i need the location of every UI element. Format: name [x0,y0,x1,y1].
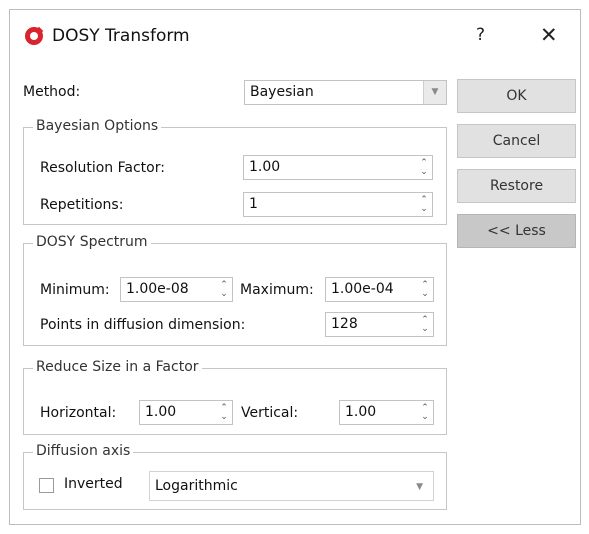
method-select[interactable]: Bayesian ▼ [244,80,447,105]
chevron-down-icon[interactable]: ▼ [423,81,446,104]
vertical-field[interactable]: 1.00 ⌃ ⌄ [339,400,434,425]
reduce-size-legend: Reduce Size in a Factor [33,359,202,375]
dosy-spectrum-legend: DOSY Spectrum [33,234,151,250]
dosy-spectrum-group: DOSY Spectrum Minimum: 1.00e-08 ⌃ ⌄ Maxim… [23,234,447,346]
inverted-label[interactable]: Inverted [64,476,123,492]
cancel-button[interactable]: Cancel [457,124,576,158]
reduce-size-group: Reduce Size in a Factor Horizontal: 1.00… [23,359,447,435]
maximum-label: Maximum: [240,282,314,298]
resolution-factor-label: Resolution Factor: [40,160,165,176]
restore-button[interactable]: Restore [457,169,576,203]
vertical-label: Vertical: [241,405,299,421]
minimum-field[interactable]: 1.00e-08 ⌃ ⌄ [120,277,233,302]
spinbox-arrows-icon[interactable]: ⌃ ⌄ [419,159,429,177]
close-button[interactable]: ✕ [540,23,558,47]
diffusion-axis-group: Diffusion axis Inverted Logarithmic ▼ [23,443,447,510]
spinbox-arrows-icon[interactable]: ⌃ ⌄ [219,281,229,299]
method-label: Method: [23,84,81,100]
horizontal-value: 1.00 [145,404,177,420]
title-bar: DOSY Transform ? ✕ [10,10,580,56]
horizontal-field[interactable]: 1.00 ⌃ ⌄ [139,400,233,425]
repetitions-field[interactable]: 1 ⌃ ⌄ [243,192,433,217]
spinbox-arrows-icon[interactable]: ⌃ ⌄ [219,404,229,422]
resolution-factor-value: 1.00 [249,159,281,175]
points-value: 128 [331,316,358,332]
diffusion-axis-legend: Diffusion axis [33,443,134,459]
inverted-checkbox[interactable] [39,478,54,493]
axis-scale-select[interactable]: Logarithmic ▼ [149,471,434,501]
repetitions-value: 1 [249,196,258,212]
maximum-field[interactable]: 1.00e-04 ⌃ ⌄ [325,277,434,302]
dialog-title: DOSY Transform [52,26,190,46]
help-button[interactable]: ? [476,25,485,45]
vertical-value: 1.00 [345,404,377,420]
points-field[interactable]: 128 ⌃ ⌄ [325,312,434,337]
bayesian-options-group: Bayesian Options Resolution Factor: 1.00… [23,118,447,225]
repetitions-label: Repetitions: [40,197,124,213]
maximum-value: 1.00e-04 [331,281,394,297]
resolution-factor-field[interactable]: 1.00 ⌃ ⌄ [243,155,433,180]
axis-scale-value: Logarithmic [155,478,238,494]
spinbox-arrows-icon[interactable]: ⌃ ⌄ [420,316,430,334]
horizontal-label: Horizontal: [40,405,117,421]
method-value: Bayesian [250,84,314,100]
spinbox-arrows-icon[interactable]: ⌃ ⌄ [419,196,429,214]
bayesian-options-legend: Bayesian Options [33,118,162,134]
ok-button[interactable]: OK [457,79,576,113]
minimum-label: Minimum: [40,282,110,298]
less-button[interactable]: << Less [457,214,576,248]
points-in-diffusion-label: Points in diffusion dimension: [40,317,246,333]
spinbox-arrows-icon[interactable]: ⌃ ⌄ [420,281,430,299]
dosy-transform-dialog: DOSY Transform ? ✕ Method: Bayesian ▼ Ba… [9,9,581,525]
minimum-value: 1.00e-08 [126,281,189,297]
chevron-down-icon[interactable]: ▼ [416,472,423,500]
spinbox-arrows-icon[interactable]: ⌃ ⌄ [420,404,430,422]
mestrenova-logo-icon [25,27,43,45]
